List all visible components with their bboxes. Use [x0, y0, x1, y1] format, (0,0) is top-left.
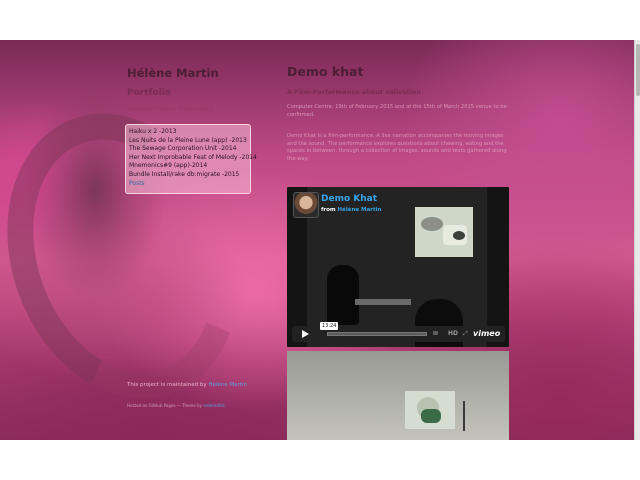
- scrollbar-thumb[interactable]: [636, 44, 640, 96]
- project-list: Haiku x 2 -2013 Les Nuits de la Pleine L…: [125, 124, 257, 194]
- site-title[interactable]: Hélène Martin: [127, 66, 219, 80]
- video-player[interactable]: Demo Khat from Hélène Martin IIIII HD ⤢ …: [287, 187, 509, 347]
- fullscreen-icon[interactable]: ⤢: [463, 330, 468, 338]
- screen-shape-3: [453, 231, 465, 240]
- maintainer-prefix: This project is maintained by: [127, 382, 207, 388]
- byline-author-link[interactable]: Hélène Martin: [338, 207, 382, 213]
- portfolio-heading: Portfolio: [127, 88, 171, 98]
- control-bar: IIIII HD ⤢ vimeo: [321, 326, 505, 342]
- photo-shape-2: [421, 409, 441, 423]
- project-link-nuits[interactable]: Les Nuits de la Pleine Lune (app) -2013: [129, 137, 247, 146]
- project-link-haiku[interactable]: Haiku x 2 -2013: [129, 128, 247, 137]
- hosted-prefix: Hosted on GitHub Pages — Theme by: [127, 403, 203, 408]
- video-title[interactable]: Demo Khat: [321, 194, 377, 204]
- video-controls: IIIII HD ⤢ vimeo 13:24: [291, 322, 505, 342]
- byline-prefix: from: [321, 207, 336, 213]
- maintainer-line: This project is maintained by Hélène Mar…: [127, 382, 247, 388]
- project-link-bundle[interactable]: Bundle Install/rake db:migrate -2015: [129, 171, 247, 180]
- description-paragraph: Demo Khat is a film-performance. A live …: [287, 133, 507, 162]
- intro-paragraph: Computer Centre, 19th of February 2015 a…: [287, 104, 507, 118]
- play-button[interactable]: [292, 326, 318, 342]
- hosted-line: Hosted on GitHub Pages — Theme by ordere…: [127, 403, 225, 408]
- vimeo-logo[interactable]: vimeo: [473, 329, 500, 338]
- table-silhouette: [355, 299, 411, 305]
- posts-link[interactable]: Posts: [129, 180, 247, 187]
- researchers-interests-link[interactable]: Researchers Interests: [127, 105, 214, 113]
- photo-projection: [405, 391, 455, 429]
- vertical-scrollbar[interactable]: [634, 40, 640, 440]
- play-icon: [302, 330, 309, 338]
- performance-photo: [287, 351, 509, 440]
- theme-link[interactable]: orderedlist: [203, 403, 224, 408]
- volume-icon[interactable]: IIIII: [433, 331, 438, 337]
- photo-stand: [463, 401, 465, 431]
- uploader-avatar[interactable]: [293, 192, 319, 218]
- page-title: Demo khat: [287, 64, 364, 79]
- project-link-sewage[interactable]: The Sewage Corporation Unit -2014: [129, 145, 247, 154]
- hd-toggle-button[interactable]: HD: [448, 330, 458, 337]
- progress-track[interactable]: [327, 332, 427, 336]
- video-header: Demo Khat from Hélène Martin: [293, 192, 503, 222]
- maintainer-link[interactable]: Hélène Martin: [208, 382, 247, 388]
- video-byline: from Hélène Martin: [321, 207, 381, 213]
- duration-badge: 13:24: [320, 322, 339, 330]
- project-link-mnemonics[interactable]: Mnemonics#9 (app)-2014: [129, 162, 247, 171]
- page-subtitle: A Film-Performance about salivation: [287, 88, 422, 96]
- performer-silhouette: [327, 265, 359, 325]
- project-link-melody[interactable]: Her Next Improbable Feat of Melody -2014: [129, 154, 257, 163]
